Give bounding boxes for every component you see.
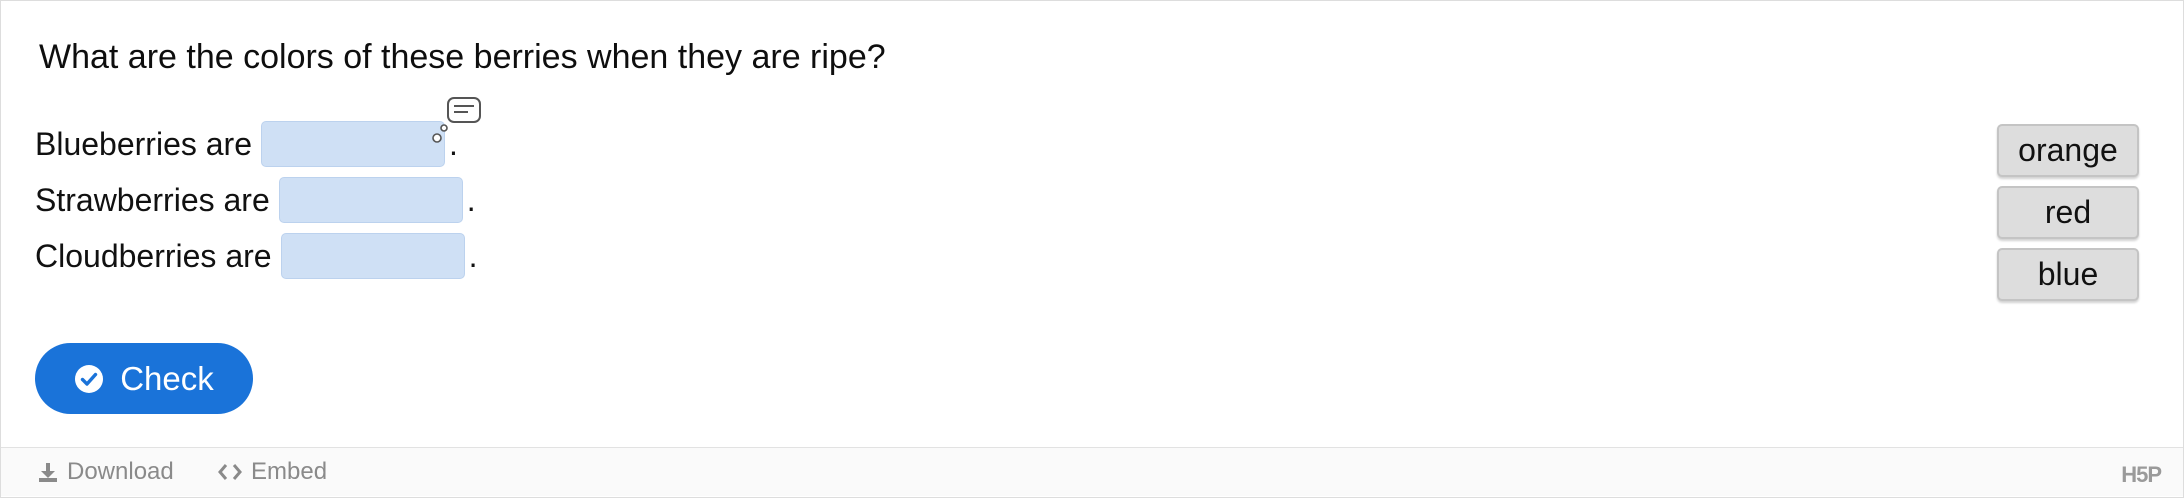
draggable-word-orange[interactable]: orange	[1997, 124, 2139, 177]
draggable-word-red[interactable]: red	[1997, 186, 2139, 239]
sentence-row: Strawberries are .	[35, 172, 477, 228]
draggable-word-pool: orange red blue	[1997, 124, 2139, 310]
footer-bar: Download Embed H5P	[1, 447, 2183, 496]
download-link[interactable]: Download	[37, 458, 174, 486]
sentence-label: Blueberries are	[35, 125, 252, 162]
tip-icon[interactable]	[428, 96, 484, 146]
h5p-logo[interactable]: H5P	[2121, 462, 2162, 488]
download-label: Download	[67, 458, 174, 485]
question-text: What are the colors of these berries whe…	[39, 38, 886, 76]
sentence-row: Cloudberries are .	[35, 228, 477, 284]
sentence-suffix: .	[466, 181, 476, 218]
embed-link[interactable]: Embed	[217, 458, 327, 486]
sentence-suffix: .	[468, 237, 478, 274]
check-button-label: Check	[120, 359, 214, 397]
sentence-label: Strawberries are	[35, 181, 270, 218]
drop-zone-strawberries[interactable]	[278, 177, 463, 223]
check-button[interactable]: Check	[35, 343, 253, 414]
drop-zone-blueberries[interactable]	[261, 97, 481, 167]
h5p-content-frame: What are the colors of these berries whe…	[0, 0, 2184, 498]
embed-code-icon	[218, 464, 242, 480]
sentence-list: Blueberries are . Strawberries are . Clo…	[35, 97, 481, 284]
draggable-word-blue[interactable]: blue	[1997, 248, 2139, 301]
check-circle-icon	[75, 364, 104, 393]
download-icon	[39, 463, 57, 482]
embed-label: Embed	[251, 458, 328, 485]
sentence-label: Cloudberries are	[35, 237, 272, 274]
drop-zone-cloudberries[interactable]	[280, 233, 465, 279]
sentence-row: Blueberries are .	[35, 97, 481, 172]
